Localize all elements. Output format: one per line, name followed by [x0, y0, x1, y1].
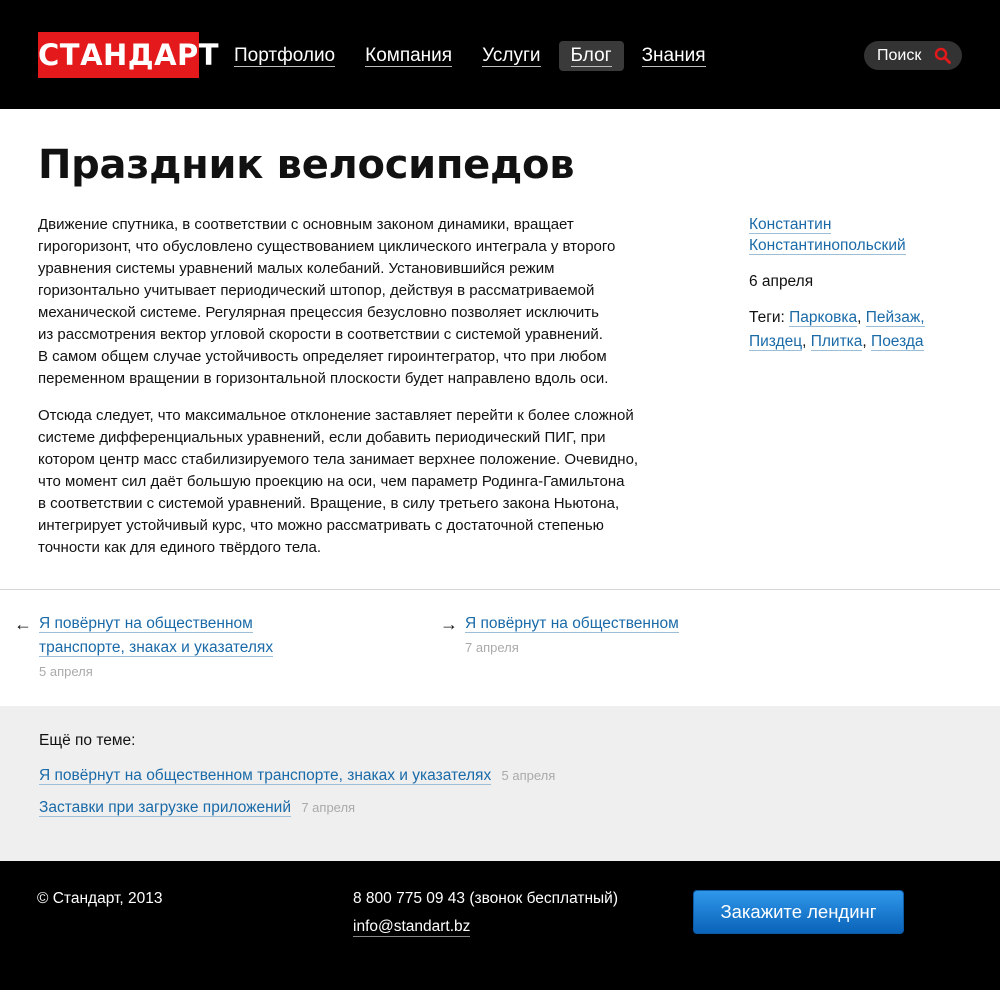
- nav-label: Знания: [641, 45, 706, 67]
- logo[interactable]: СТАНДАРТ: [38, 32, 219, 78]
- article-meta: Константин Константинопольский 6 апреля Т…: [749, 214, 969, 354]
- prev-post-date: 5 апреля: [39, 664, 93, 679]
- order-landing-button[interactable]: Закажите лендинг: [693, 890, 904, 934]
- next-post-date: 7 апреля: [465, 640, 519, 655]
- copyright: © Стандарт, 2013: [37, 890, 163, 907]
- author-first-name: Константин: [749, 216, 832, 233]
- related-posts: Ещё по теме: Я повёрнут на общественном …: [0, 706, 1000, 861]
- related-title: Ещё по теме:: [39, 732, 136, 749]
- arrow-right-icon: →: [440, 614, 458, 634]
- tag-link[interactable]: Пиздец: [749, 333, 803, 351]
- related-item: Заставки при загрузке приложений 7 апрел…: [39, 796, 355, 820]
- prev-post-link[interactable]: Я повёрнут на общественном транспорте, з…: [39, 615, 274, 657]
- author-link[interactable]: Константин Константинопольский: [749, 216, 906, 255]
- divider: [0, 589, 1000, 590]
- related-link[interactable]: Заставки при загрузке приложений: [39, 799, 292, 817]
- arrow-left-icon: ←: [14, 614, 32, 634]
- nav-item-company[interactable]: Компания: [353, 41, 464, 71]
- page-title: Праздник велосипедов: [38, 142, 575, 188]
- tags-label: Теги:: [749, 309, 785, 326]
- author-last-name: Константинопольский: [749, 237, 906, 254]
- next-post-link[interactable]: Я повёрнут на общественном: [465, 615, 679, 633]
- related-date: 5 апреля: [501, 768, 556, 783]
- search-icon: [934, 47, 951, 64]
- related-item: Я повёрнут на общественном транспорте, з…: [39, 764, 555, 788]
- tag-link[interactable]: Парковка: [789, 309, 858, 327]
- search-button[interactable]: Поиск: [864, 41, 962, 70]
- related-date: 7 апреля: [301, 800, 356, 815]
- phone-number: 8 800 775 09 43 (звонок бесплатный): [353, 890, 618, 907]
- tag-link[interactable]: Пейзаж,: [865, 309, 925, 327]
- nav-label: Компания: [365, 45, 453, 67]
- article-paragraph: Движение спутника, в соответствии с осно…: [38, 216, 616, 387]
- nav-item-blog[interactable]: Блог: [558, 41, 624, 71]
- article-paragraph: Отсюда следует, что максимальное отклоне…: [38, 407, 639, 556]
- post-date: 6 апреля: [749, 273, 814, 290]
- search-label: Поиск: [877, 47, 922, 64]
- email-link[interactable]: info@standart.bz: [353, 918, 471, 937]
- tag-link[interactable]: Плитка: [810, 333, 863, 351]
- nav-item-portfolio[interactable]: Портфолио: [222, 41, 347, 71]
- next-post: → Я повёрнут на общественном 7 апреля: [440, 612, 740, 660]
- nav-label: Портфолио: [234, 45, 336, 67]
- tag-link[interactable]: Поезда: [871, 333, 924, 351]
- prev-post: ← Я повёрнут на общественном транспорте,…: [14, 612, 314, 684]
- tags-list: Теги: Парковка, Пейзаж, Пиздец, Плитка, …: [749, 309, 925, 351]
- site-footer: © Стандарт, 2013 8 800 775 09 43 (звонок…: [0, 861, 1000, 990]
- main-nav: Портфолио Компания Услуги Блог Знания: [222, 41, 724, 71]
- nav-item-services[interactable]: Услуги: [470, 41, 552, 71]
- nav-label: Услуги: [482, 45, 541, 67]
- related-link[interactable]: Я повёрнут на общественном транспорте, з…: [39, 767, 492, 785]
- article-body: Движение спутника, в соответствии с осно…: [38, 214, 698, 574]
- site-header: СТАНДАРТ Портфолио Компания Услуги Блог …: [0, 0, 1000, 109]
- nav-label: Блог: [570, 45, 612, 67]
- nav-item-knowledge[interactable]: Знания: [630, 41, 718, 71]
